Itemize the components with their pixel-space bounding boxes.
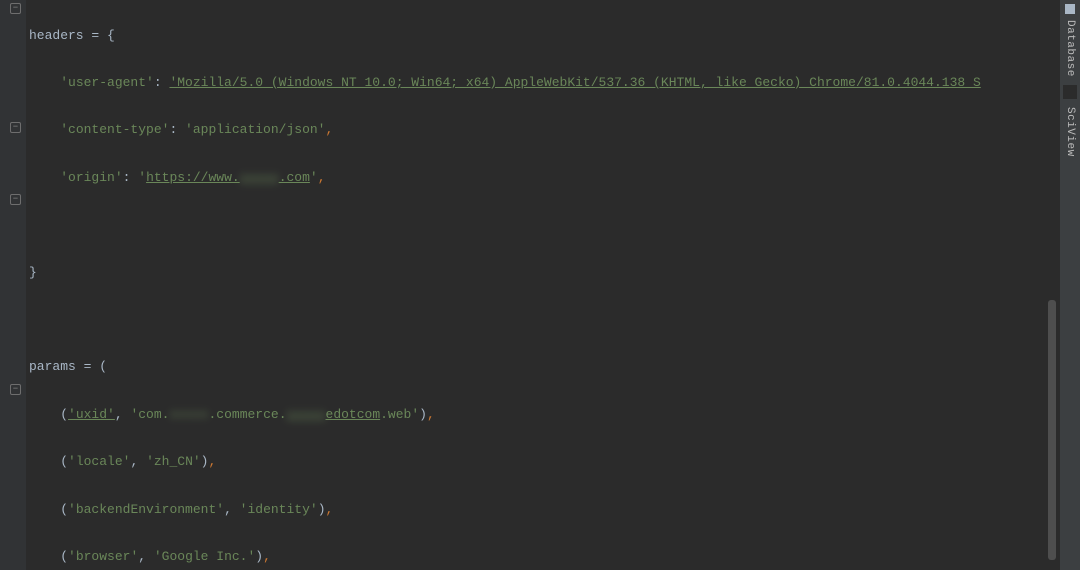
code-text: ,	[318, 170, 326, 185]
fold-marker-icon[interactable]	[10, 3, 21, 14]
code-text: )	[255, 549, 263, 564]
fold-marker-icon[interactable]	[10, 194, 21, 205]
code-text: ,	[325, 122, 333, 137]
param-key: 'locale'	[68, 454, 130, 469]
code-text: ,	[224, 502, 240, 517]
param-value: 'Google Inc.'	[154, 549, 255, 564]
code-text: ,	[326, 502, 334, 517]
code-text: ,	[263, 549, 271, 564]
fold-marker-icon[interactable]	[10, 384, 21, 395]
fold-marker-icon[interactable]	[10, 122, 21, 133]
code-text: )	[419, 407, 427, 422]
redacted-text: xxxxx	[169, 407, 208, 422]
param-value: .web'	[380, 407, 419, 422]
code-text: ,	[208, 454, 216, 469]
right-tool-window-bar: Database SciView	[1060, 0, 1080, 570]
code-text: = {	[91, 28, 114, 43]
code-text: ,	[115, 407, 131, 422]
code-text: params	[29, 359, 84, 374]
param-value: 'com.	[130, 407, 169, 422]
string-value: 'application/json'	[185, 122, 325, 137]
code-text: (	[60, 549, 68, 564]
code-text: ,	[138, 549, 154, 564]
redacted-text: xxxxx	[287, 407, 326, 422]
code-text: headers	[29, 28, 91, 43]
param-value: 'zh_CN'	[146, 454, 201, 469]
code-text: ,	[130, 454, 146, 469]
redacted-text: xxxxx	[240, 170, 279, 185]
editor-marker-strip[interactable]	[1046, 0, 1058, 570]
code-text: '	[310, 170, 318, 185]
editor-gutter	[0, 0, 26, 570]
inspections-status-icon[interactable]	[1065, 4, 1075, 14]
code-text: :	[169, 122, 185, 137]
param-key: 'backendEnvironment'	[68, 502, 224, 517]
dict-key: 'origin'	[60, 170, 122, 185]
dict-key: 'content-type'	[60, 122, 169, 137]
param-key: 'browser'	[68, 549, 138, 564]
code-editor[interactable]: headers = { 'user-agent': 'Mozilla/5.0 (…	[29, 0, 1039, 570]
param-value: .commerce.	[208, 407, 286, 422]
code-text: (	[60, 502, 68, 517]
param-value: edotcom	[326, 407, 381, 422]
code-text: }	[29, 265, 37, 280]
tool-window-icon[interactable]	[1063, 85, 1077, 99]
code-text: ,	[427, 407, 435, 422]
scrollbar-thumb[interactable]	[1048, 300, 1056, 560]
param-value: 'identity'	[240, 502, 318, 517]
param-key: 'uxid'	[68, 407, 115, 422]
code-text: (	[60, 454, 68, 469]
code-text: '	[138, 170, 146, 185]
tool-window-tab-sciview[interactable]: SciView	[1064, 107, 1076, 157]
url-text: .com	[279, 170, 310, 185]
code-text: = (	[84, 359, 107, 374]
string-value: 'Mozilla/5.0 (Windows NT 10.0; Win64; x6…	[169, 75, 980, 90]
code-text: :	[123, 170, 139, 185]
code-text: :	[154, 75, 170, 90]
tool-window-tab-database[interactable]: Database	[1064, 20, 1076, 77]
code-text: (	[60, 407, 68, 422]
code-text: )	[318, 502, 326, 517]
url-text: https://www.	[146, 170, 240, 185]
dict-key: 'user-agent'	[60, 75, 154, 90]
